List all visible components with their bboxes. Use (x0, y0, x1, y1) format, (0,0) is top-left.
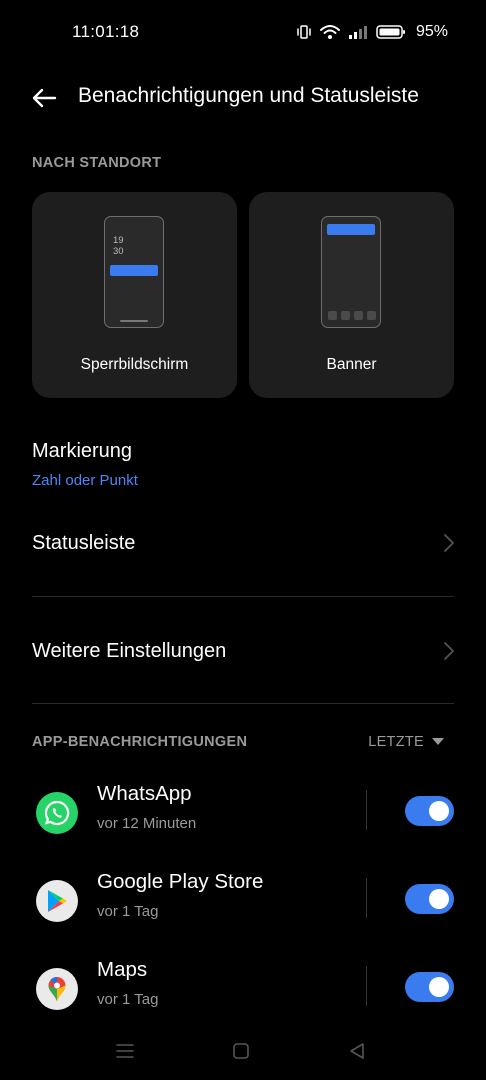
header: Benachrichtigungen und Statusleiste (0, 78, 486, 118)
google-maps-icon (36, 968, 78, 1010)
navigation-bar (0, 1020, 486, 1080)
toggle-knob (429, 889, 449, 909)
toggle-knob (429, 801, 449, 821)
vibrate-icon (297, 25, 311, 39)
setting-title: Statusleiste (32, 532, 136, 554)
card-label: Sperrbildschirm (80, 356, 189, 373)
sort-label: LETZTE (368, 734, 424, 750)
sort-dropdown[interactable]: LETZTE (368, 734, 444, 750)
chevron-right-icon (444, 534, 454, 552)
home-square-icon (233, 1043, 249, 1059)
back-nav-button[interactable] (345, 1040, 369, 1062)
preview-dock (328, 311, 376, 320)
app-row-whatsapp[interactable]: WhatsApp vor 12 Minuten (0, 782, 486, 854)
app-row-google-play-store[interactable]: Google Play Store vor 1 Tag (0, 870, 486, 942)
arrow-left-icon (32, 88, 57, 108)
toggle-knob (429, 977, 449, 997)
app-last-notification-time: vor 1 Tag (97, 903, 159, 920)
status-bar: 11:01:18 95% (0, 0, 486, 64)
preview-notification-bar (110, 265, 158, 276)
lockscreen-preview: 19 30 (104, 216, 164, 328)
status-time: 11:01:18 (72, 22, 140, 41)
app-last-notification-time: vor 1 Tag (97, 991, 159, 1008)
whatsapp-icon (36, 792, 78, 834)
preview-clock: 19 30 (113, 235, 124, 257)
separator (366, 966, 367, 1006)
google-play-store-icon (36, 880, 78, 922)
toggle-google-play-store[interactable] (405, 884, 454, 914)
toggle-whatsapp[interactable] (405, 796, 454, 826)
setting-title: Markierung (32, 440, 133, 462)
separator (366, 790, 367, 830)
menu-icon (116, 1044, 134, 1058)
back-triangle-icon (350, 1043, 364, 1059)
card-banner[interactable]: Banner (249, 192, 454, 398)
app-name: Google Play Store (97, 870, 264, 893)
signal-icon (348, 26, 367, 39)
preview-home-indicator (120, 320, 148, 322)
toggle-maps[interactable] (405, 972, 454, 1002)
page-title: Benachrichtigungen und Statusleiste (78, 84, 419, 107)
section-label-app-notifications: APP-BENACHRICHTIGUNGEN (32, 734, 248, 750)
preview-banner-bar (327, 224, 375, 235)
status-icons: 95% (296, 22, 448, 42)
card-lockscreen[interactable]: 19 30 Sperrbildschirm (32, 192, 237, 398)
setting-title: Weitere Einstellungen (32, 640, 227, 662)
banner-preview (321, 216, 381, 328)
divider (32, 596, 454, 597)
setting-value: Zahl oder Punkt (32, 472, 138, 489)
divider (32, 703, 454, 704)
wifi-icon (319, 25, 340, 39)
section-label-location: NACH STANDORT (32, 155, 162, 171)
app-name: Maps (97, 958, 148, 981)
battery-icon (376, 25, 405, 39)
back-button[interactable] (28, 82, 60, 114)
separator (366, 878, 367, 918)
menu-button[interactable] (113, 1040, 137, 1062)
caret-down-icon (432, 738, 444, 745)
battery-percent: 95% (415, 23, 448, 40)
app-last-notification-time: vor 12 Minuten (97, 815, 197, 832)
card-label: Banner (326, 356, 377, 373)
app-name: WhatsApp (97, 782, 192, 805)
chevron-right-icon (444, 642, 454, 660)
home-button[interactable] (229, 1040, 253, 1062)
